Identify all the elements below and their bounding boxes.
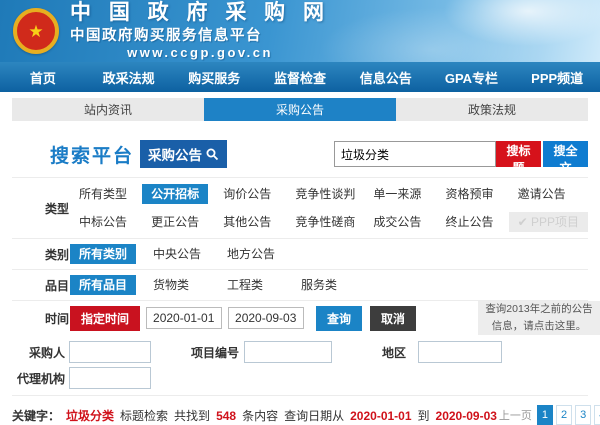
nav-item-ppp[interactable]: PPP频道 — [514, 62, 600, 92]
check-icon: ✔ — [518, 215, 528, 229]
site-title-block: 中 国 政 府 采 购 网 中国政府购买服务信息平台 www.ccgp.gov.… — [70, 2, 330, 60]
to-label: 到 — [418, 407, 430, 424]
filter-ppp-project[interactable]: ✔ PPP项目 — [509, 212, 588, 232]
search-mode: 标题检索 — [120, 407, 168, 424]
filter-other[interactable]: 其他公告 — [214, 212, 280, 232]
page-3[interactable]: 3 — [575, 405, 591, 425]
filter-time-label: 时间 — [12, 310, 70, 327]
nav-item-regulations[interactable]: 政采法规 — [86, 62, 172, 92]
filter-competitive-negotiation[interactable]: 竞争性谈判 — [286, 184, 364, 204]
filter-all-items[interactable]: 所有品目 — [70, 275, 136, 295]
search-controls: 搜标题 搜全文 — [334, 141, 588, 167]
unit-label: 条内容 — [242, 407, 278, 424]
page-1[interactable]: 1 — [537, 405, 553, 425]
sub-nav: 站内资讯 采购公告 政策法规 — [12, 98, 588, 121]
nav-item-home[interactable]: 首页 — [0, 62, 86, 92]
filter-row-category: 类别 所有类别 中央公告 地方公告 — [0, 239, 600, 269]
filter-category-label: 类别 — [12, 246, 70, 263]
filter-deal[interactable]: 成交公告 — [364, 212, 430, 232]
page-2[interactable]: 2 — [556, 405, 572, 425]
subnav-site-news[interactable]: 站内资讯 — [12, 98, 204, 121]
nav-item-purchase-service[interactable]: 购买服务 — [171, 62, 257, 92]
page-4[interactable]: 4 — [594, 405, 600, 425]
filter-item-options: 所有品目 货物类 工程类 服务类 — [70, 270, 588, 300]
agency-input[interactable] — [69, 367, 151, 389]
filter-correction[interactable]: 更正公告 — [142, 212, 208, 232]
search-fulltext-button[interactable]: 搜全文 — [543, 141, 588, 167]
project-no-input[interactable] — [244, 341, 332, 363]
site-banner: ★ 中 国 政 府 采 购 网 中国政府购买服务信息平台 www.ccgp.go… — [0, 0, 600, 62]
result-date-from: 2020-01-01 — [350, 409, 411, 423]
search-scope-label: 采购公告 — [148, 144, 202, 164]
notice-line-1: 查询2013年之前的公告 — [485, 301, 592, 318]
cancel-button[interactable]: 取消 — [370, 306, 416, 331]
filter-competitive-consultation[interactable]: 竞争性磋商 — [286, 212, 364, 232]
subnav-policy[interactable]: 政策法规 — [396, 98, 588, 121]
filter-row-time: 时间 指定时间 查询 取消 查询2013年之前的公告 信息，请点击这里。 — [0, 301, 600, 335]
pre-2013-notice-link[interactable]: 查询2013年之前的公告 信息，请点击这里。 — [478, 301, 600, 335]
purchaser-input[interactable] — [69, 341, 151, 363]
region-input[interactable] — [418, 341, 502, 363]
search-scope-button[interactable]: 采购公告 — [140, 140, 227, 168]
filter-row-item: 品目 所有品目 货物类 工程类 服务类 — [0, 270, 600, 300]
nav-item-gpa[interactable]: GPA专栏 — [429, 62, 515, 92]
keyword-label: 关键字： — [12, 407, 60, 424]
query-button[interactable]: 查询 — [316, 306, 362, 331]
subnav-procurement-announcements[interactable]: 采购公告 — [204, 98, 396, 121]
nav-item-supervision[interactable]: 监督检查 — [257, 62, 343, 92]
filter-central[interactable]: 中央公告 — [144, 244, 210, 264]
project-no-label: 项目编号 — [191, 344, 239, 361]
search-input[interactable] — [334, 141, 496, 167]
magnifier-icon — [205, 147, 219, 161]
filter-invitation[interactable]: 邀请公告 — [509, 184, 575, 204]
filter-services[interactable]: 服务类 — [292, 275, 346, 295]
date-to-input[interactable] — [228, 307, 304, 329]
date-range-prefix: 查询日期从 — [284, 407, 344, 424]
notice-line-2: 信息，请点击这里。 — [492, 318, 587, 335]
filter-all-types[interactable]: 所有类型 — [70, 184, 136, 204]
fields-row-1: 采购人 项目编号 地区 — [0, 335, 600, 365]
fields-row-2: 代理机构 — [0, 365, 600, 395]
search-row: 搜索平台 采购公告 搜标题 搜全文 — [12, 141, 588, 167]
filter-termination[interactable]: 终止公告 — [436, 212, 502, 232]
national-emblem-logo: ★ — [13, 8, 59, 54]
date-from-input[interactable] — [146, 307, 222, 329]
search-title-button[interactable]: 搜标题 — [496, 141, 541, 167]
specify-time-button[interactable]: 指定时间 — [70, 306, 140, 331]
results-row: 关键字： 垃圾分类 标题检索 共找到 548 条内容 查询日期从 2020-01… — [12, 405, 588, 425]
filter-award[interactable]: 中标公告 — [70, 212, 136, 232]
filter-engineering[interactable]: 工程类 — [218, 275, 272, 295]
pagination: 上一页 1 2 3 4 5 ... 27 28 下一页 — [497, 405, 600, 425]
filter-all-categories[interactable]: 所有类别 — [70, 244, 136, 264]
filter-goods[interactable]: 货物类 — [144, 275, 198, 295]
filter-local[interactable]: 地方公告 — [218, 244, 284, 264]
search-platform-title: 搜索平台 — [50, 141, 134, 168]
filter-type-label: 类型 — [12, 200, 70, 217]
filter-prequalification[interactable]: 资格预审 — [436, 184, 502, 204]
found-label: 共找到 — [174, 407, 210, 424]
site-title: 中 国 政 府 采 购 网 — [70, 2, 330, 24]
agency-label: 代理机构 — [12, 370, 65, 387]
result-date-to: 2020-09-03 — [436, 409, 497, 423]
filter-inquiry[interactable]: 询价公告 — [214, 184, 280, 204]
filter-item-label: 品目 — [12, 277, 70, 294]
purchaser-label: 采购人 — [12, 344, 65, 361]
site-url: www.ccgp.gov.cn — [70, 45, 330, 60]
filter-single-source[interactable]: 单一来源 — [364, 184, 430, 204]
keyword-value: 垃圾分类 — [66, 407, 114, 424]
filter-category-options: 所有类别 中央公告 地方公告 — [70, 239, 588, 269]
prev-page-button[interactable]: 上一页 — [497, 405, 534, 425]
region-label: 地区 — [382, 344, 406, 361]
filter-type-options: 所有类型 公开招标 询价公告 竞争性谈判 单一来源 资格预审 邀请公告 中标公告… — [70, 178, 588, 238]
star-icon: ★ — [28, 23, 43, 40]
main-nav: 首页 政采法规 购买服务 监督检查 信息公告 GPA专栏 PPP频道 — [0, 62, 600, 92]
filter-open-tender[interactable]: 公开招标 — [142, 184, 208, 204]
nav-item-announcements[interactable]: 信息公告 — [343, 62, 429, 92]
divider — [12, 395, 588, 396]
filter-ppp-project-label: PPP项目 — [531, 215, 579, 229]
result-count: 548 — [216, 409, 236, 423]
filter-row-type: 类型 所有类型 公开招标 询价公告 竞争性谈判 单一来源 资格预审 邀请公告 中… — [0, 178, 600, 238]
site-subtitle: 中国政府购买服务信息平台 — [70, 24, 330, 45]
